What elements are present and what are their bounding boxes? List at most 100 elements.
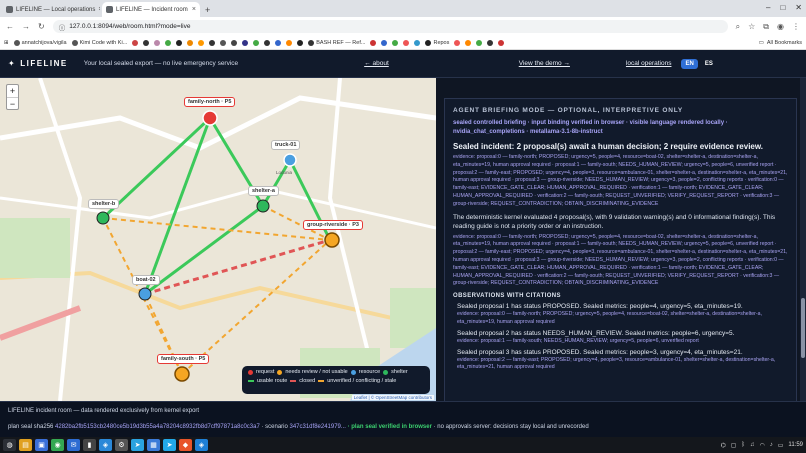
vscode-2-icon[interactable]: ◈ [195, 439, 208, 451]
zoom-control: + − [6, 84, 19, 110]
panel-scrollbar[interactable] [800, 78, 806, 401]
evidence-block: evidence: proposal:0 — family-north; PRO… [453, 154, 788, 207]
observation-list: Sealed proposal 1 has status PROPOSED. S… [457, 302, 788, 372]
marker-label-group-riverside[interactable]: group-riverside · P3 [303, 220, 363, 230]
close-tab-icon[interactable]: × [98, 6, 100, 13]
apps-icon[interactable]: ⊞ [4, 40, 9, 46]
briefing-sub-2: nvidia_chat_completions · metallama-3.1-… [453, 129, 603, 135]
menu-icon[interactable]: ⋮ [792, 22, 800, 31]
all-bookmarks-label: All Bookmarks [766, 39, 802, 46]
profile-icon[interactable]: ◉ [777, 22, 784, 31]
telegram-icon[interactable]: ➤ [131, 439, 144, 451]
status-ticker: LIFELINE incident room — data rendered e… [0, 401, 806, 437]
music-icon[interactable]: ♫ [750, 442, 755, 448]
zoom-out-button[interactable]: − [7, 97, 18, 109]
marker-label-family-south[interactable]: family-south · P5 [157, 354, 210, 364]
chrome-icon[interactable]: ◉ [51, 439, 64, 451]
marker-label-truck-01[interactable]: truck-01 [271, 140, 301, 150]
observations-title: OBSERVATIONS WITH CITATIONS [453, 293, 561, 300]
legend-label: request [256, 369, 275, 375]
incident-map[interactable]: Lodunia + − family-north · P5 truck-01 s… [0, 78, 436, 401]
seal-hash: 4282ba2fb5153cb2480ce5b19d3b55a4a78204c8… [55, 424, 260, 430]
messenger-icon[interactable]: ➤ [163, 439, 176, 451]
lang-en-button[interactable]: EN [681, 58, 698, 69]
request-marker [202, 110, 218, 126]
browser-tab[interactable]: LIFELINE — Local operations× [2, 2, 100, 17]
seal-verified: · plan seal verified in browser [347, 424, 432, 430]
wifi-icon[interactable]: ◠ [760, 442, 765, 449]
local-operations-link[interactable]: local operations [626, 60, 672, 67]
marker-label-family-north[interactable]: family-north · P5 [184, 97, 236, 107]
bookmark-icons-row[interactable] [370, 39, 421, 46]
scenario-hash: 347c31df8e241979... [289, 424, 346, 430]
marker-label-boat-02[interactable]: boat-02 [132, 275, 160, 285]
seal-label: plan seal sha256 [8, 424, 54, 430]
legend-row-markers: request needs review / not usable resour… [248, 369, 424, 375]
files-app-icon[interactable]: ▣ [35, 439, 48, 451]
marker-label-shelter-b[interactable]: shelter-b [88, 199, 120, 209]
maximize-icon[interactable]: □ [780, 3, 785, 12]
marker-label-shelter-a[interactable]: shelter-a [248, 186, 279, 196]
map-attribution[interactable]: Leaflet | © OpenStreetMap contributors [351, 395, 434, 400]
bookmark-item[interactable]: Kimi Code with Ki... [71, 39, 127, 46]
needs-review-marker [324, 232, 340, 248]
observation-statement: Sealed proposal 2 has status NEEDS_HUMAN… [457, 329, 735, 337]
bookmark-icons-row[interactable] [454, 39, 505, 46]
address-bar[interactable]: ⓘ 127.0.0.1:8094/web/room.html?mode=live [52, 20, 728, 33]
new-tab-button[interactable]: + [205, 5, 210, 15]
tab-title: LIFELINE — Local operations [16, 6, 96, 13]
launcher-icon[interactable]: ◍ [3, 439, 16, 451]
map-canvas[interactable]: Lodunia [0, 78, 436, 401]
network-icon[interactable]: ⌬ [720, 442, 725, 449]
shelter-marker [256, 199, 270, 213]
all-bookmarks[interactable]: ▭ All Bookmarks [759, 40, 802, 46]
bluetooth-icon[interactable]: ᛒ [741, 442, 745, 448]
window-controls: – □ ✕ [766, 3, 802, 12]
bookmark-item[interactable]: BASH REF — Ref... [308, 39, 365, 46]
bookmark-item[interactable]: Repos [425, 39, 449, 46]
back-icon[interactable]: ← [6, 22, 14, 31]
bookmark-label: annatchijova/vigila [21, 39, 67, 46]
bookmark-icons-row[interactable] [132, 39, 304, 46]
mail-icon[interactable]: ✉ [67, 439, 80, 451]
legend-label: shelter [391, 369, 408, 375]
clipboard-icon[interactable]: ▢ [731, 442, 737, 449]
lang-es-button[interactable]: ES [701, 59, 717, 69]
vscode-icon[interactable]: ◈ [99, 439, 112, 451]
forward-icon[interactable]: → [22, 22, 30, 31]
map-park [0, 218, 70, 278]
bookmark-item[interactable]: annatchijova/vigila [13, 39, 67, 46]
briefing-panel[interactable]: AGENT BRIEFING MODE — OPTIONAL, INTERPRE… [436, 78, 806, 401]
legend-label: closed [299, 378, 316, 384]
closed-legend-icon [290, 380, 297, 382]
scrollbar-thumb[interactable] [801, 298, 805, 358]
minimize-icon[interactable]: – [766, 3, 770, 12]
battery-icon[interactable]: ▭ [778, 442, 784, 449]
zoom-icon[interactable]: ⌕ [736, 22, 740, 32]
site-info-icon[interactable]: ⓘ [59, 22, 66, 32]
clock[interactable]: 11:59 [788, 442, 803, 448]
briefing-paragraph: The deterministic kernel evaluated 4 pro… [453, 213, 776, 230]
scenario-label: · scenario [261, 424, 288, 430]
terminal-icon[interactable]: ▮ [83, 439, 96, 451]
brave-icon[interactable]: ◆ [179, 439, 192, 451]
bookmark-star-icon[interactable]: ☆ [748, 22, 755, 31]
about-link[interactable]: ← about [364, 60, 389, 67]
reload-icon[interactable]: ↻ [38, 22, 45, 31]
legend-label: unverified / conflicting / stale [327, 378, 397, 384]
zoom-in-button[interactable]: + [7, 85, 18, 97]
settings-icon[interactable]: ⚙ [115, 439, 128, 451]
files-icon[interactable]: ▤ [19, 439, 32, 451]
demo-link[interactable]: View the demo → [519, 60, 570, 67]
observation-evidence: evidence: proposal:1 — family-south; NEE… [457, 337, 699, 344]
extensions-icon[interactable]: ⧉ [763, 22, 769, 32]
favicon-icon [106, 6, 113, 13]
shelter-marker [96, 211, 110, 225]
browser-tab-active[interactable]: LIFELINE — Incident room × [102, 2, 200, 17]
map-place-label: Lodunia [276, 170, 293, 175]
volume-icon[interactable]: ♪ [770, 442, 773, 448]
url-text: 127.0.0.1:8094/web/room.html?mode=live [69, 23, 191, 30]
close-tab-icon[interactable]: × [192, 6, 196, 13]
close-window-icon[interactable]: ✕ [795, 3, 802, 12]
docs-icon[interactable]: ▦ [147, 439, 160, 451]
